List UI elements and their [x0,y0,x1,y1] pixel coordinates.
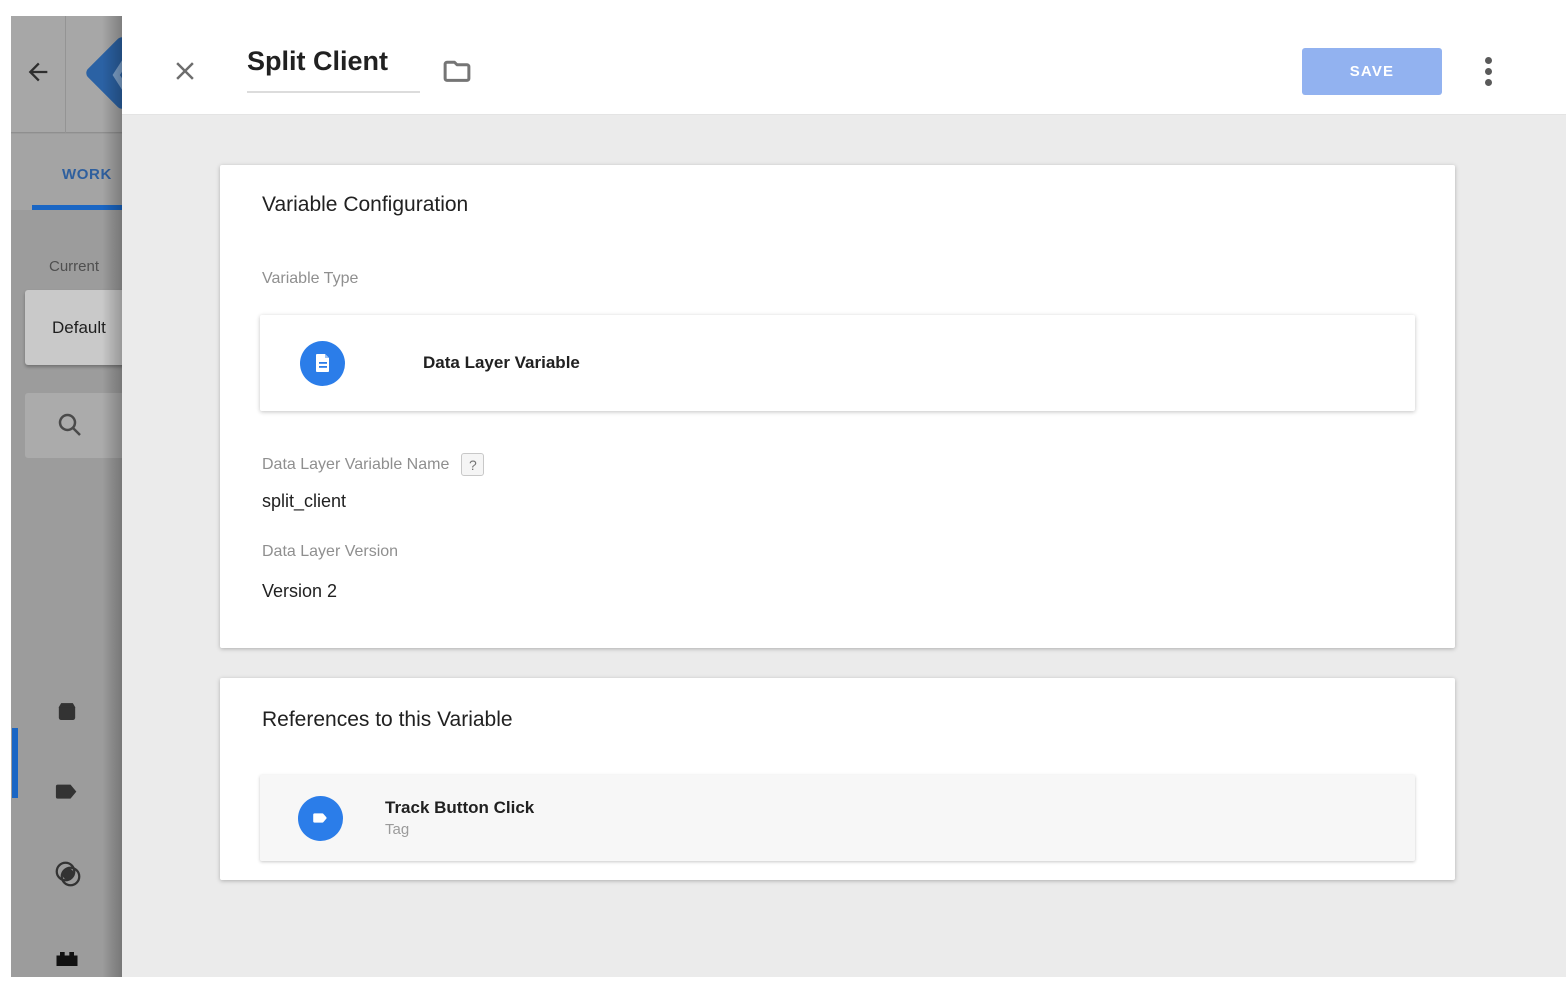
variable-type-value: Data Layer Variable [423,353,580,373]
current-workspace-label: Current [49,258,99,275]
save-button[interactable]: SAVE [1302,48,1442,95]
data-layer-version-label: Data Layer Version [262,543,398,561]
help-icon[interactable]: ? [461,453,484,476]
search-icon [55,410,85,440]
app-topbar: ❮ [11,16,122,133]
tab-workspace[interactable]: WORK [62,166,112,183]
triggers-icon[interactable] [53,859,81,887]
tag-icon [298,796,343,841]
variable-name-input[interactable]: Split Client [247,46,420,93]
gtm-variable-editor-screen: ❮ WORK Current Default [0,0,1566,990]
data-layer-variable-name-label: Data Layer Variable Name ? [262,453,484,476]
data-layer-variable-icon [300,341,345,386]
dimmed-workspace-background: ❮ WORK Current Default [11,16,122,977]
workspace-tabstrip: WORK [11,134,122,210]
gtm-logo-icon: ❮ [84,35,122,111]
overview-icon[interactable] [53,699,81,727]
workspace-side-panel: Current Default [11,210,122,977]
active-nav-indicator [12,728,18,798]
tags-icon[interactable] [53,780,81,808]
topbar-divider [65,16,66,133]
references-heading: References to this Variable [262,708,513,732]
references-card: References to this Variable Track Button… [220,678,1455,880]
reference-item-title: Track Button Click [385,798,534,818]
search-box[interactable] [25,393,122,458]
variable-type-selector[interactable]: Data Layer Variable [260,315,1415,411]
variable-editor-dialog: Split Client SAVE Variable Configuration… [122,0,1566,977]
back-arrow-icon[interactable] [24,58,52,86]
reference-item-subtitle: Tag [385,821,534,838]
dialog-header: Split Client SAVE [122,0,1566,115]
variable-configuration-heading: Variable Configuration [262,193,468,217]
workspace-selector[interactable]: Default [25,290,122,365]
reference-list-item[interactable]: Track Button Click Tag [260,775,1415,861]
data-layer-version-value[interactable]: Version 2 [262,581,337,602]
folder-icon[interactable] [440,56,476,86]
workspace-name: Default [52,318,106,338]
data-layer-variable-name-value[interactable]: split_client [262,491,346,512]
variable-configuration-card: Variable Configuration Variable Type Dat… [220,165,1455,648]
close-icon[interactable] [170,56,200,86]
reference-item-text: Track Button Click Tag [385,798,534,838]
more-options-icon[interactable] [1474,51,1502,91]
variable-type-label: Variable Type [262,270,358,288]
variables-icon[interactable] [53,945,81,973]
name-label-text: Data Layer Variable Name [262,456,449,474]
